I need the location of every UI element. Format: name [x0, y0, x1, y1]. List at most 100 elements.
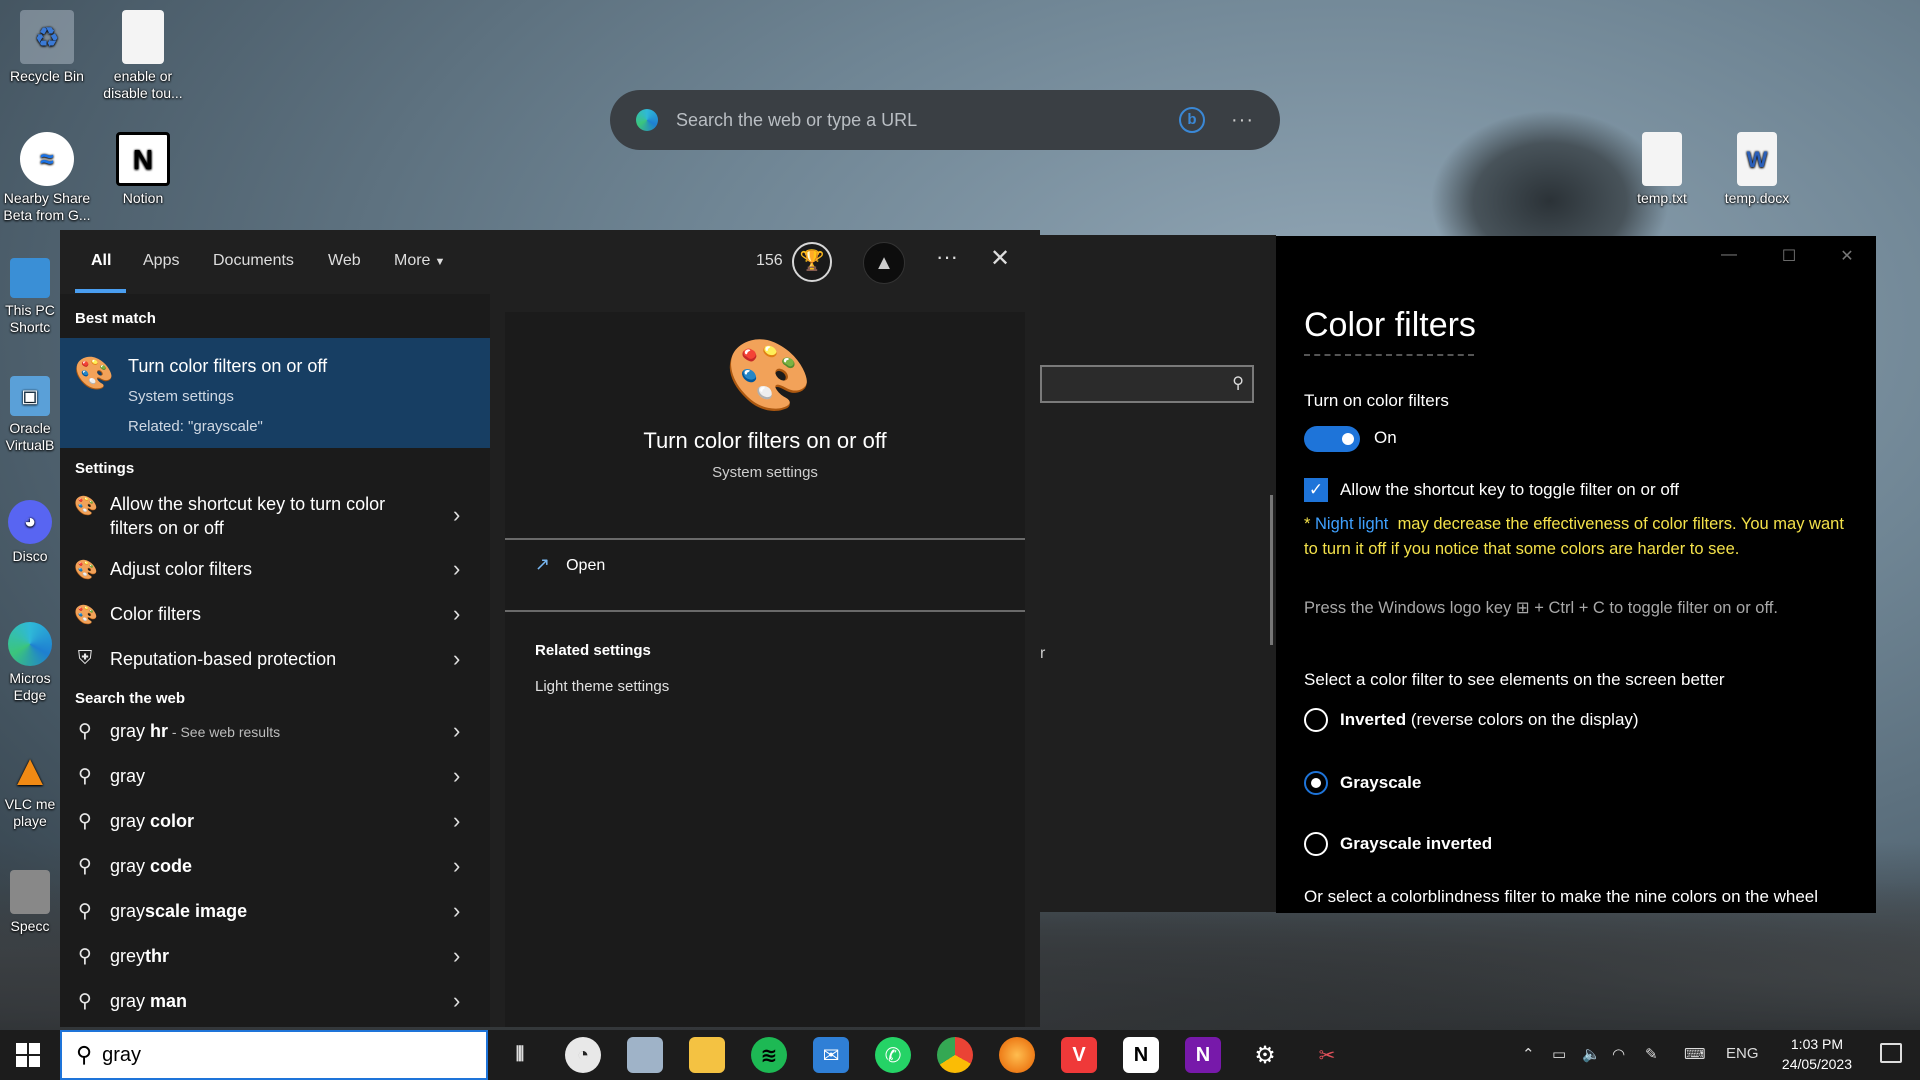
web-result-item[interactable]: ⚲ greythr ›	[60, 935, 490, 979]
spotify-icon[interactable]: ≋	[751, 1037, 787, 1073]
list-item[interactable]: 🎨 Adjust color filters ›	[60, 548, 490, 592]
best-match-subtitle: System settings	[128, 388, 234, 405]
chrome-icon[interactable]	[937, 1037, 973, 1073]
close-icon[interactable]: ✕	[990, 244, 1010, 273]
file-explorer-icon[interactable]	[689, 1037, 725, 1073]
color-filters-toggle-label: Turn on color filters	[1304, 391, 1449, 410]
tab-web[interactable]: Web	[328, 252, 361, 270]
best-match-result[interactable]: 🎨 Turn color filters on or off System se…	[60, 338, 490, 448]
photos-icon[interactable]	[627, 1037, 663, 1073]
web-result-item[interactable]: ⚲ gray code ›	[60, 845, 490, 889]
close-button[interactable]: ✕	[1824, 246, 1870, 266]
shortcut-key-checkbox[interactable]: ✓	[1304, 478, 1328, 502]
desktop-icon-discord[interactable]: ◕ Disco	[0, 500, 60, 565]
pen-icon[interactable]: ✎	[1645, 1045, 1658, 1063]
whatsapp-icon[interactable]: ✆	[875, 1037, 911, 1073]
radio-grayscale[interactable]	[1304, 771, 1328, 795]
search-icon: ⚲	[78, 991, 92, 1012]
preview-subtitle: System settings	[712, 464, 818, 481]
page-title: Color filters	[1304, 306, 1476, 344]
notion-icon[interactable]: N	[1123, 1037, 1159, 1073]
battery-icon[interactable]: ▭	[1552, 1045, 1566, 1063]
edge-icon	[8, 622, 52, 666]
more-options-icon[interactable]: ···	[936, 244, 958, 270]
light-theme-settings-link[interactable]: Light theme settings	[535, 678, 669, 695]
document-icon	[122, 10, 164, 64]
clock-app-icon[interactable]: ◔	[565, 1037, 601, 1073]
web-result-item[interactable]: ⚲ gray color ›	[60, 800, 490, 844]
desktop-icon-vlc[interactable]: ▲ VLC me playe	[0, 748, 60, 830]
wifi-icon[interactable]: ◠	[1612, 1045, 1625, 1063]
night-light-link[interactable]: Night light	[1315, 515, 1388, 533]
keyboard-icon[interactable]: ⌨	[1684, 1045, 1706, 1063]
search-input[interactable]	[102, 1043, 433, 1067]
list-item[interactable]: 🎨 Allow the shortcut key to turn color f…	[60, 484, 490, 546]
clock[interactable]: 1:03 PM 24/05/2023	[1782, 1034, 1852, 1074]
avatar[interactable]: ▲	[863, 242, 905, 284]
open-button[interactable]: ↗ Open	[535, 554, 605, 575]
task-view-icon[interactable]: ⫴	[502, 1037, 538, 1073]
night-light-warning: * Night light may decrease the effective…	[1304, 515, 1844, 558]
tab-apps[interactable]: Apps	[143, 252, 179, 270]
tab-all[interactable]: All	[91, 252, 111, 270]
search-box[interactable]: ⚲	[60, 1030, 488, 1080]
color-filters-toggle[interactable]	[1304, 426, 1360, 452]
desktop-icon-label: temp.txt	[1637, 190, 1687, 206]
onenote-icon[interactable]: N	[1185, 1037, 1221, 1073]
desktop-icon-this-pc[interactable]: This PC Shortc	[0, 258, 60, 336]
desktop-icon-label: enable or disable tou...	[103, 68, 183, 101]
recycle-bin-icon: ♻	[20, 10, 74, 64]
snip-tool-icon[interactable]: ✂	[1309, 1037, 1345, 1073]
scrollbar[interactable]	[1270, 495, 1273, 645]
web-result-item[interactable]: ⚲ gray ›	[60, 755, 490, 799]
desktop-icon-nearby-share[interactable]: ≈ Nearby Share Beta from G...	[2, 132, 92, 224]
web-result-item[interactable]: ⚲ grayscale image ›	[60, 890, 490, 934]
title-divider	[1304, 354, 1474, 356]
chevron-up-icon[interactable]: ⌃	[1522, 1045, 1535, 1063]
desktop-icon-temp-docx[interactable]: W temp.docx	[1712, 132, 1802, 207]
chevron-right-icon: ›	[453, 853, 461, 878]
desktop-icon-recycle-bin[interactable]: ♻ Recycle Bin	[2, 10, 92, 85]
edge-search-placeholder: Search the web or type a URL	[676, 109, 918, 130]
settings-gear-icon[interactable]: ⚙	[1247, 1037, 1283, 1073]
firefox-icon[interactable]	[999, 1037, 1035, 1073]
minimize-button[interactable]: —	[1706, 246, 1752, 264]
chevron-right-icon: ›	[453, 763, 461, 788]
language-indicator[interactable]: ENG	[1726, 1045, 1759, 1062]
tab-more[interactable]: More ▼	[394, 252, 445, 270]
nearby-share-icon: ≈	[20, 132, 74, 186]
shortcut-checkbox-label: Allow the shortcut key to toggle filter …	[1340, 480, 1679, 499]
web-result-item[interactable]: ⚲ gray man ›	[60, 980, 490, 1024]
desktop-icon-speccy[interactable]: Specc	[0, 870, 60, 935]
start-button[interactable]	[16, 1043, 40, 1067]
volume-muted-icon[interactable]: 🔈	[1582, 1045, 1601, 1063]
chevron-right-icon: ›	[453, 502, 461, 527]
tab-documents[interactable]: Documents	[213, 252, 294, 270]
web-result-item[interactable]: ⚲ gray hr - See web results ›	[60, 710, 490, 754]
list-item[interactable]: ⛨ Reputation-based protection ›	[60, 638, 490, 682]
desktop-icon-edge[interactable]: Micros Edge	[0, 622, 60, 704]
shortcut-hint: Press the Windows logo key ⊞ + Ctrl + C …	[1304, 599, 1778, 617]
settings-search-input[interactable]: ⚲	[1040, 365, 1254, 403]
best-match-related: Related: "grayscale"	[128, 418, 263, 435]
mail-icon[interactable]: ✉	[813, 1037, 849, 1073]
settings-window-background: ⚲ r	[1040, 235, 1276, 912]
list-item[interactable]: 🎨 Color filters ›	[60, 593, 490, 637]
desktop-icon-temp-txt[interactable]: temp.txt	[1617, 132, 1707, 207]
desktop-icon-virtualbox[interactable]: ▣ Oracle VirtualB	[0, 376, 60, 454]
notification-center-icon[interactable]	[1880, 1043, 1902, 1063]
desktop-icon-label: Recycle Bin	[10, 68, 84, 84]
desktop-icon-notion[interactable]: N Notion	[98, 132, 188, 207]
more-options-icon[interactable]: ···	[1231, 109, 1254, 132]
maximize-button[interactable]: ☐	[1766, 246, 1812, 266]
radio-grayscale-inverted[interactable]	[1304, 832, 1328, 856]
rewards-trophy-icon[interactable]: 🏆	[792, 242, 832, 282]
preview-title: Turn color filters on or off	[643, 428, 887, 453]
edge-search-bar[interactable]: Search the web or type a URL b ···	[610, 90, 1280, 150]
vivaldi-icon[interactable]: V	[1061, 1037, 1097, 1073]
desktop-icon-enable-disable[interactable]: enable or disable tou...	[98, 10, 188, 102]
bing-icon[interactable]: b	[1179, 107, 1206, 133]
radio-inverted[interactable]	[1304, 708, 1328, 732]
desktop-icon-label: Oracle VirtualB	[5, 420, 55, 453]
palette-icon: 🎨	[74, 560, 98, 581]
